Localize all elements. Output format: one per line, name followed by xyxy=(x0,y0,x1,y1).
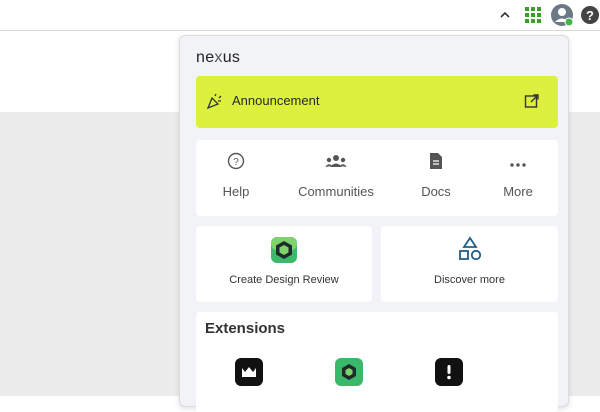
document-icon xyxy=(429,152,443,175)
extension-design-review-icon[interactable] xyxy=(335,358,363,386)
announcement-banner[interactable]: Announcement xyxy=(196,76,558,128)
app-grid-icon[interactable] xyxy=(523,5,543,25)
more-label: More xyxy=(503,184,533,199)
external-link-icon[interactable] xyxy=(524,93,542,111)
shapes-icon xyxy=(458,236,482,267)
extension-alert-icon[interactable] xyxy=(435,358,463,386)
create-design-review-label: Create Design Review xyxy=(229,274,339,286)
svg-text:?: ? xyxy=(233,157,239,168)
help-link[interactable]: ? Help xyxy=(196,150,276,199)
help-circle-icon: ? xyxy=(227,152,245,175)
docs-label: Docs xyxy=(421,184,451,199)
design-review-icon xyxy=(270,236,298,269)
more-dots-icon xyxy=(510,154,526,172)
app-menu-panel: nexus Announcement ? Help Communities Do… xyxy=(179,35,569,412)
communities-label: Communities xyxy=(298,184,374,199)
svg-text:?: ? xyxy=(586,8,594,23)
more-link[interactable]: More xyxy=(478,150,558,199)
extensions-section: Extensions xyxy=(196,312,558,412)
quick-links: ? Help Communities Docs More xyxy=(196,140,558,216)
nexus-logo: nexus xyxy=(196,49,241,66)
extensions-title: Extensions xyxy=(205,320,286,337)
announcement-label: Announcement xyxy=(232,93,320,108)
party-popper-icon xyxy=(206,92,226,112)
top-toolbar: ? xyxy=(0,0,600,31)
avatar[interactable] xyxy=(550,3,574,27)
help-icon[interactable]: ? xyxy=(580,5,600,25)
docs-link[interactable]: Docs xyxy=(396,150,476,199)
discover-more-card[interactable]: Discover more xyxy=(381,226,558,302)
discover-more-label: Discover more xyxy=(434,274,505,286)
extension-crown-icon[interactable] xyxy=(235,358,263,386)
communities-link[interactable]: Communities xyxy=(296,150,376,199)
help-label: Help xyxy=(222,184,250,199)
chevron-up-icon[interactable] xyxy=(496,6,514,24)
people-icon xyxy=(325,154,347,173)
create-design-review-card[interactable]: Create Design Review xyxy=(196,226,372,302)
